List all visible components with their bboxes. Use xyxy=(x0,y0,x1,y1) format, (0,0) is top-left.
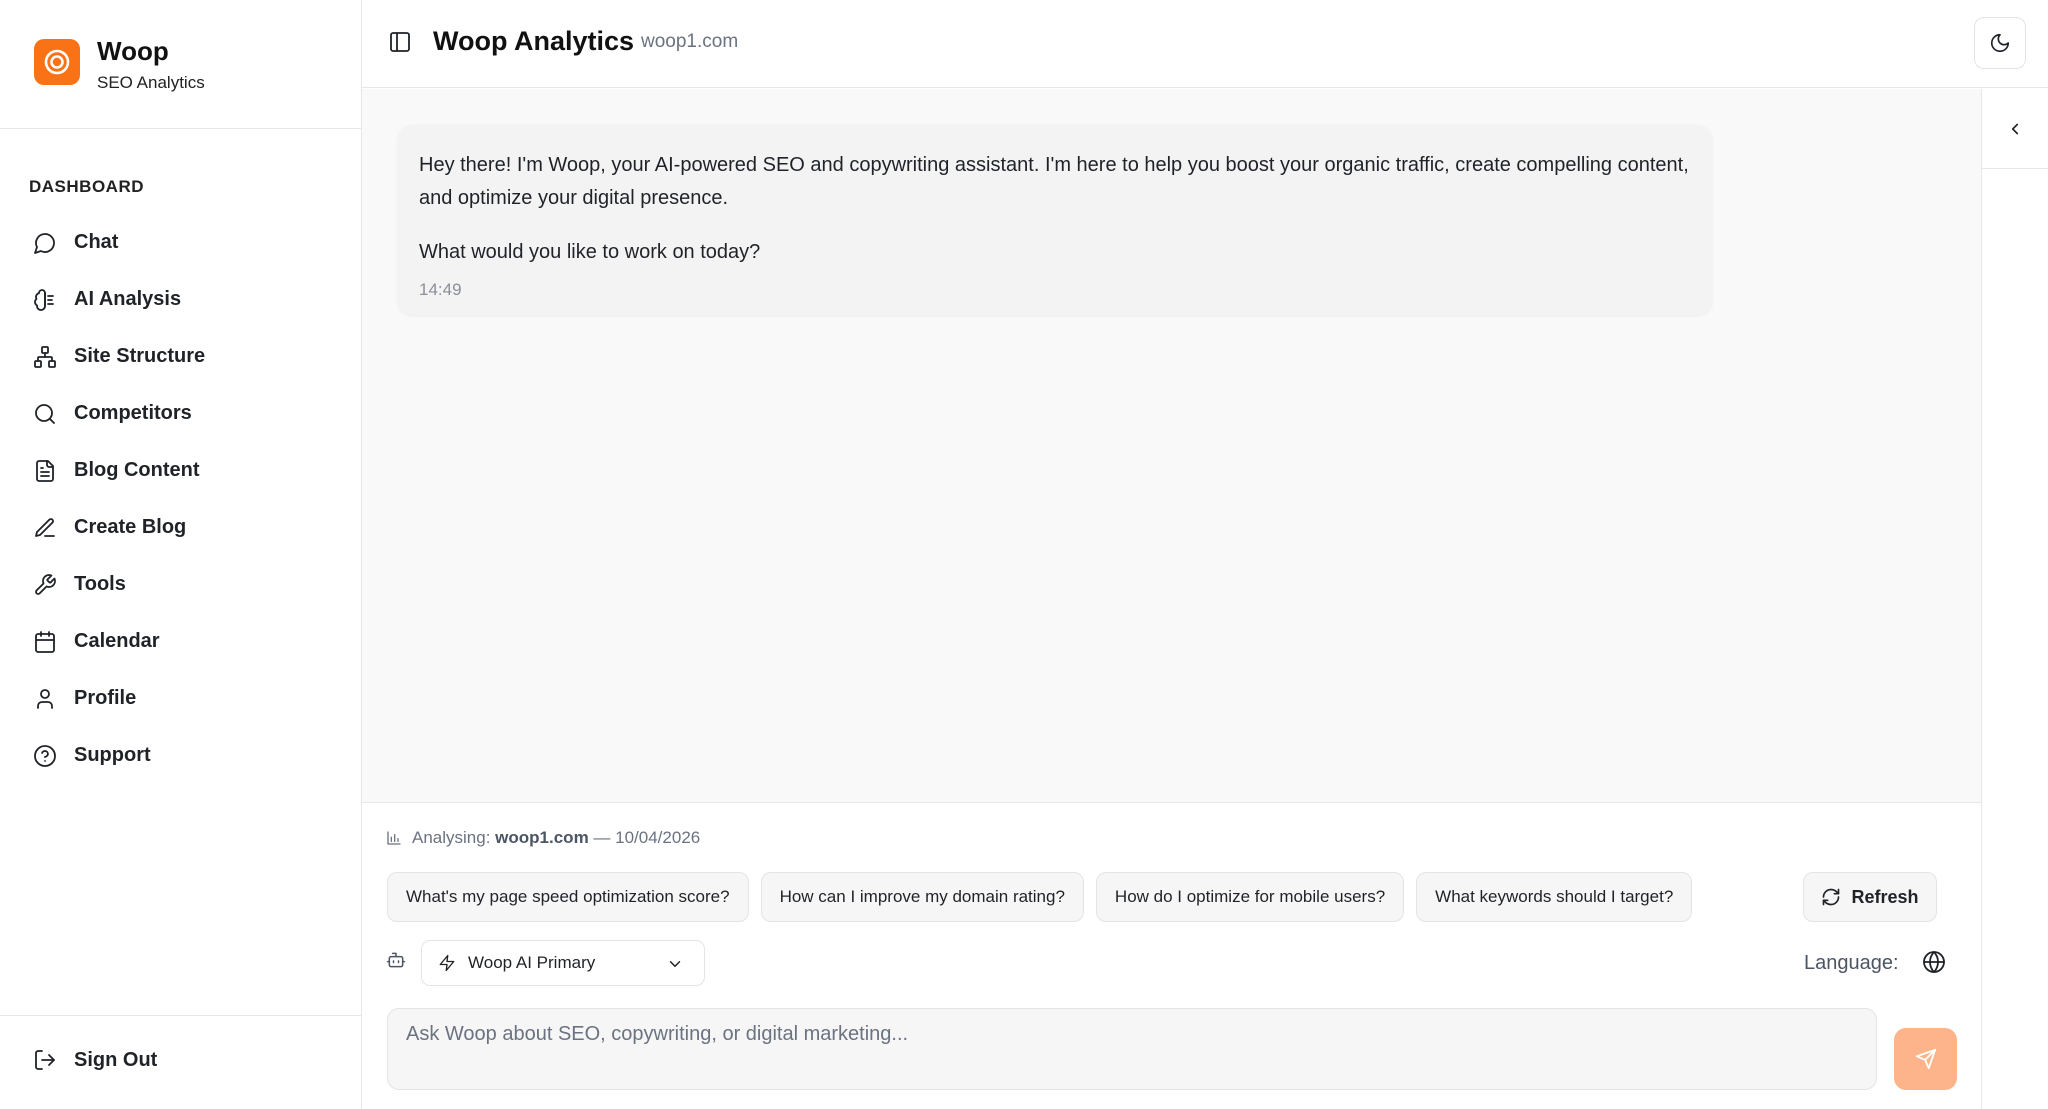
right-panel xyxy=(1981,89,2048,1109)
sidebar-item-label: Tools xyxy=(74,573,126,595)
chevron-left-icon xyxy=(2011,123,2019,134)
sidebar-item-label: Site Structure xyxy=(74,345,206,367)
message-text: What would you like to work on today? xyxy=(419,241,761,263)
suggestion-chip[interactable]: How can I improve my domain rating? xyxy=(760,872,1084,922)
network-icon xyxy=(34,345,56,368)
theme-toggle-button[interactable] xyxy=(1974,17,2026,69)
analysing-prefix: Analysing: xyxy=(412,828,491,847)
header-domain: woop1.com xyxy=(641,31,739,52)
brand: Woop SEO Analytics xyxy=(0,0,361,129)
wrench-icon xyxy=(35,573,56,595)
message-text: Hey there! I'm Woop, your AI-powered SEO… xyxy=(419,154,1689,209)
zap-icon xyxy=(439,954,455,972)
bar-chart-icon xyxy=(387,831,401,845)
sign-out-label: Sign Out xyxy=(74,1048,158,1071)
sign-out-button[interactable]: Sign Out xyxy=(33,1048,157,1072)
log-out-icon xyxy=(35,1050,55,1070)
message-circle-icon xyxy=(34,232,55,254)
assistant-message: Hey there! I'm Woop, your AI-powered SEO… xyxy=(398,125,1712,315)
send-icon xyxy=(1915,1048,1936,1070)
sidebar-footer: Sign Out xyxy=(0,1015,361,1109)
sidebar-item-support[interactable]: Support xyxy=(0,727,361,784)
sidebar-item-label: Chat xyxy=(74,231,119,253)
sidebar-nav: Chat AI Analysis Site Structure Competit… xyxy=(0,214,361,784)
sidebar-item-label: Competitors xyxy=(74,402,192,424)
sidebar-item-label: AI Analysis xyxy=(74,288,182,310)
analysing-date: — 10/04/2026 xyxy=(593,828,701,847)
suggestion-chips: What's my page speed optimization score?… xyxy=(387,872,1704,922)
refresh-label: Refresh xyxy=(1851,886,1919,907)
sidebar-item-label: Blog Content xyxy=(74,459,200,481)
sidebar-item-calendar[interactable]: Calendar xyxy=(0,613,361,670)
suggestion-chip[interactable]: How do I optimize for mobile users? xyxy=(1095,872,1405,922)
analysing-status: Analysing: woop1.com — 10/04/2026 xyxy=(386,828,700,848)
language-globe-button[interactable] xyxy=(1922,950,1946,979)
bot-icon xyxy=(386,950,406,975)
chat-area: Hey there! I'm Woop, your AI-powered SEO… xyxy=(362,89,1981,803)
nav-heading: DASHBOARD xyxy=(29,177,144,196)
sidebar-item-label: Create Blog xyxy=(74,516,187,538)
sidebar-item-label: Calendar xyxy=(74,630,160,652)
brain-icon xyxy=(34,288,54,311)
model-select[interactable]: Woop AI Primary xyxy=(421,940,705,986)
sidebar: Woop SEO Analytics DASHBOARD Chat AI Ana… xyxy=(0,0,362,1109)
sidebar-item-profile[interactable]: Profile xyxy=(0,670,361,727)
file-text-icon xyxy=(36,459,54,482)
globe-icon xyxy=(1923,951,1945,973)
sidebar-item-label: Support xyxy=(74,744,151,766)
chevron-down-icon xyxy=(669,961,681,967)
language-label: Language: xyxy=(1804,952,1899,974)
user-icon xyxy=(37,688,53,709)
sidebar-item-blog-content[interactable]: Blog Content xyxy=(0,442,361,499)
calendar-icon xyxy=(35,630,55,653)
woop-logo-icon xyxy=(34,39,80,85)
analysing-text: Analysing: woop1.com — 10/04/2026 xyxy=(412,828,700,848)
moon-icon xyxy=(1990,33,2010,53)
expand-panel-button[interactable] xyxy=(1982,89,2048,169)
pen-icon xyxy=(35,517,55,537)
suggestion-chip[interactable]: What keywords should I target? xyxy=(1416,872,1693,922)
refresh-icon xyxy=(1823,888,1840,906)
top-header: Woop Analytics woop1.com xyxy=(362,0,2048,88)
sidebar-item-create-blog[interactable]: Create Blog xyxy=(0,499,361,556)
sidebar-toggle-button[interactable] xyxy=(388,30,414,56)
message-timestamp: 14:49 xyxy=(419,280,462,299)
model-select-value: Woop AI Primary xyxy=(468,953,596,972)
sidebar-item-chat[interactable]: Chat xyxy=(0,214,361,271)
sidebar-item-site-structure[interactable]: Site Structure xyxy=(0,328,361,385)
analysing-domain: woop1.com xyxy=(495,828,589,847)
help-circle-icon xyxy=(34,744,56,767)
refresh-suggestions-button[interactable]: Refresh xyxy=(1803,872,1937,922)
suggestion-chip[interactable]: What's my page speed optimization score? xyxy=(387,872,749,922)
panel-left-icon xyxy=(390,32,410,52)
sidebar-item-competitors[interactable]: Competitors xyxy=(0,385,361,442)
brand-name: Woop xyxy=(97,36,169,66)
search-icon xyxy=(35,403,55,424)
brand-subtitle: SEO Analytics xyxy=(97,73,205,92)
composer: Analysing: woop1.com — 10/04/2026 What's… xyxy=(362,804,1981,1109)
sidebar-item-tools[interactable]: Tools xyxy=(0,556,361,613)
sidebar-item-label: Profile xyxy=(74,687,137,709)
send-button[interactable] xyxy=(1894,1028,1957,1090)
sidebar-item-ai-analysis[interactable]: AI Analysis xyxy=(0,271,361,328)
page-title: Woop Analytics xyxy=(433,26,635,56)
chat-input[interactable] xyxy=(387,1008,1877,1090)
